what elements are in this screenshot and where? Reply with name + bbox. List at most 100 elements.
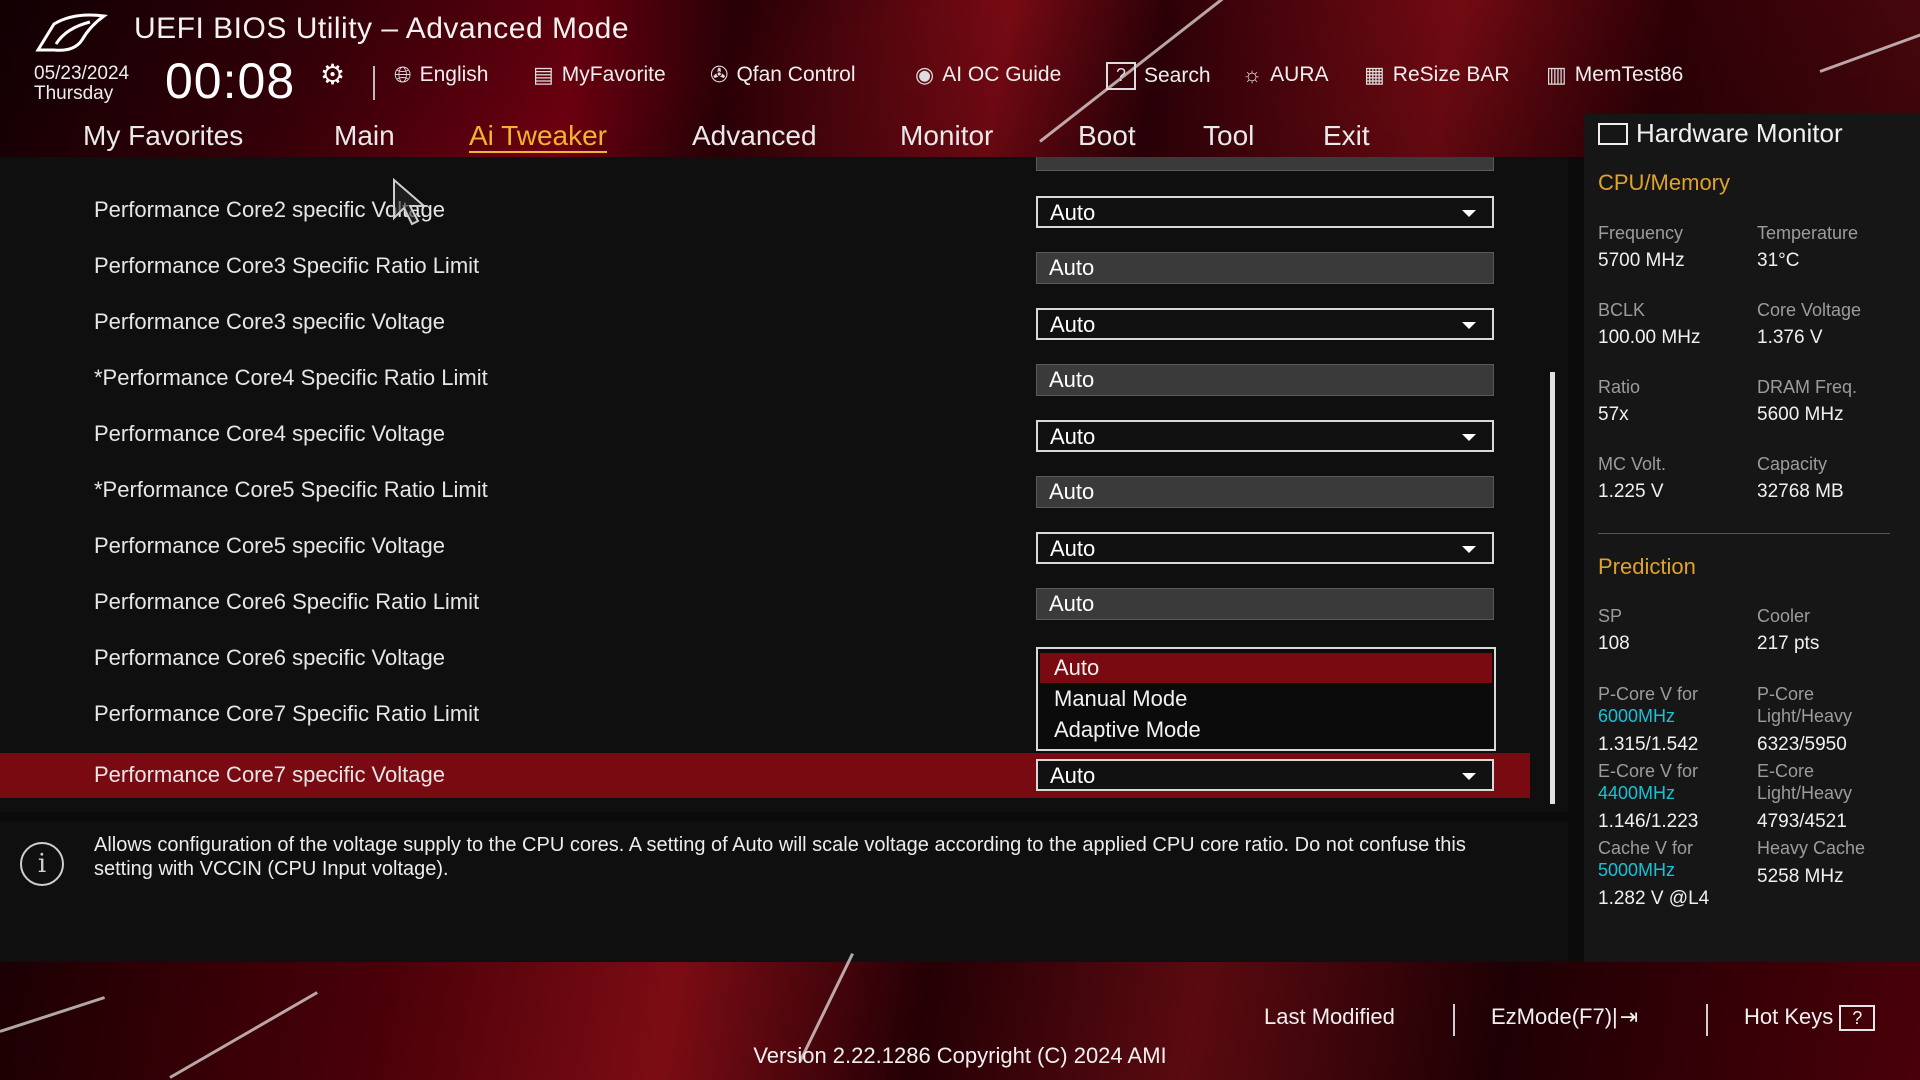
tool-label: ReSize BAR	[1392, 63, 1510, 86]
setting-row[interactable]: *Performance Core5 Specific Ratio Limit …	[0, 468, 1530, 513]
divider	[1453, 1004, 1455, 1036]
hw-value: 6323/5950	[1757, 734, 1847, 755]
setting-row[interactable]: Performance Core2 specific Voltage Auto	[0, 188, 1530, 233]
chevron-down-icon	[1462, 773, 1476, 780]
divider	[1598, 533, 1890, 534]
dropdown-value: Auto	[1050, 312, 1096, 337]
setting-label: Performance Core7 specific Voltage	[94, 762, 445, 787]
resize-bar-button[interactable]: ▦ ReSize BAR	[1364, 62, 1510, 88]
hw-value: 217 pts	[1757, 633, 1820, 654]
hw-value: 5600 MHz	[1757, 404, 1844, 425]
hw-label: BCLK	[1598, 300, 1646, 320]
help-key-icon: ?	[1839, 1005, 1876, 1032]
hw-label: P-Core	[1757, 684, 1815, 704]
mouse-cursor-icon	[393, 178, 427, 226]
exit-arrow-icon: ⇥	[1619, 1004, 1639, 1029]
dropdown-option[interactable]: Auto	[1040, 653, 1492, 683]
setting-dropdown[interactable]: Auto	[1036, 196, 1494, 228]
tab-boot[interactable]: Boot	[1078, 120, 1136, 152]
hw-value: 1.146/1.223	[1598, 811, 1699, 832]
hw-freq-label: 6000MHz	[1598, 706, 1676, 726]
version-text: Version 2.22.1286 Copyright (C) 2024 AMI	[753, 1043, 1167, 1068]
scrollbar[interactable]	[1550, 372, 1555, 804]
tab-advanced[interactable]: Advanced	[692, 120, 817, 152]
setting-row-selected[interactable]: Performance Core7 specific Voltage Auto	[0, 753, 1530, 798]
monitor-icon	[1598, 122, 1628, 145]
setting-row[interactable]: Performance Core6 Specific Ratio Limit A…	[0, 580, 1530, 625]
aura-icon: ☼	[1242, 62, 1263, 87]
dropdown-option[interactable]: Manual Mode	[1040, 684, 1492, 714]
dropdown-value: Auto	[1050, 536, 1096, 561]
tab-main[interactable]: Main	[334, 120, 395, 152]
setting-label: Performance Core6 specific Voltage	[94, 645, 445, 670]
hw-label: Cooler	[1757, 606, 1811, 626]
search-button[interactable]: ? Search	[1106, 62, 1211, 90]
hw-value: 1.315/1.542	[1598, 734, 1699, 755]
setting-row[interactable]: Performance Core3 specific Voltage Auto	[0, 300, 1530, 345]
setting-field[interactable]: Auto	[1036, 588, 1494, 620]
tab-ai-tweaker[interactable]: Ai Tweaker	[469, 120, 607, 152]
setting-row[interactable]: Performance Core5 specific Voltage Auto	[0, 524, 1530, 569]
setting-label: Performance Core3 Specific Ratio Limit	[94, 253, 480, 278]
divider	[373, 66, 375, 100]
hw-freq-label: 4400MHz	[1598, 783, 1676, 803]
hw-value: 57x	[1598, 404, 1629, 425]
globe-icon: 🌐︎	[394, 62, 412, 87]
memtest-button[interactable]: ▥ MemTest86	[1546, 62, 1683, 88]
chevron-down-icon	[1462, 546, 1476, 553]
tool-label: MyFavorite	[561, 63, 666, 86]
hardware-monitor-label: Hardware Monitor	[1636, 118, 1843, 148]
language-button[interactable]: 🌐︎ English	[394, 62, 489, 88]
setting-dropdown[interactable]: Auto	[1036, 759, 1494, 791]
setting-field[interactable]: Auto	[1036, 476, 1494, 508]
hw-label: DRAM Freq.	[1757, 377, 1858, 397]
setting-label: Performance Core7 Specific Ratio Limit	[94, 701, 480, 726]
hw-value: 32768 MB	[1757, 481, 1844, 502]
tab-monitor[interactable]: Monitor	[900, 120, 993, 152]
setting-dropdown[interactable]: Auto	[1036, 532, 1494, 564]
weekday-text: Thursday	[34, 83, 114, 104]
info-icon: i	[20, 842, 64, 886]
ezmode-button[interactable]: EzMode(F7)|⇥	[1491, 1004, 1638, 1030]
setting-field[interactable]: Auto	[1036, 364, 1494, 396]
hw-label: Heavy Cache	[1757, 838, 1866, 858]
setting-field[interactable]: Auto	[1036, 252, 1494, 284]
setting-label: Performance Core5 specific Voltage	[94, 533, 445, 558]
tab-tool[interactable]: Tool	[1203, 120, 1254, 152]
app-title: UEFI BIOS Utility – Advanced Mode	[134, 12, 630, 45]
ai-oc-guide-button[interactable]: ◉ AI OC Guide	[915, 62, 1061, 88]
tab-exit[interactable]: Exit	[1323, 120, 1370, 152]
hardware-monitor-title: Hardware Monitor	[1598, 118, 1843, 149]
field-value: Auto	[1049, 479, 1095, 504]
hw-label: Core Voltage	[1757, 300, 1862, 320]
qfan-control-button[interactable]: ✇ Qfan Control	[710, 62, 856, 88]
tool-label: MemTest86	[1574, 63, 1684, 86]
hw-label: P-Core V for	[1598, 684, 1699, 704]
tool-label: English	[419, 63, 489, 86]
setting-dropdown[interactable]: Auto	[1036, 420, 1494, 452]
tool-label: Search	[1144, 64, 1211, 87]
last-modified-button[interactable]: Last Modified	[1264, 1004, 1395, 1030]
hw-value: 31°C	[1757, 250, 1800, 271]
hw-value: 1.282 V @L4	[1598, 888, 1710, 909]
myfavorite-button[interactable]: ▤ MyFavorite	[533, 62, 666, 88]
gear-icon[interactable]: ⚙	[320, 58, 345, 91]
tab-my-favorites[interactable]: My Favorites	[83, 120, 243, 152]
setting-label: Performance Core6 Specific Ratio Limit	[94, 589, 480, 614]
setting-row[interactable]: Performance Core4 specific Voltage Auto	[0, 412, 1530, 457]
hot-keys-button[interactable]: Hot Keys?	[1744, 1004, 1876, 1032]
aura-button[interactable]: ☼ AURA	[1242, 62, 1329, 88]
hot-keys-label: Hot Keys	[1744, 1004, 1834, 1029]
setting-row[interactable]: *Performance Core4 Specific Ratio Limit …	[0, 356, 1530, 401]
field-value: Auto	[1049, 367, 1095, 392]
hw-value: 5700 MHz	[1598, 250, 1685, 271]
hw-value: 1.225 V	[1598, 481, 1664, 502]
dropdown-value: Auto	[1050, 763, 1096, 788]
hw-label: MC Volt.	[1598, 454, 1667, 474]
setting-row[interactable]: Performance Core3 Specific Ratio Limit A…	[0, 244, 1530, 289]
dropdown-option[interactable]: Adaptive Mode	[1040, 715, 1492, 745]
field-value: Auto	[1049, 255, 1095, 280]
hw-label: Ratio	[1598, 377, 1641, 397]
chevron-down-icon	[1462, 210, 1476, 217]
setting-dropdown[interactable]: Auto	[1036, 308, 1494, 340]
